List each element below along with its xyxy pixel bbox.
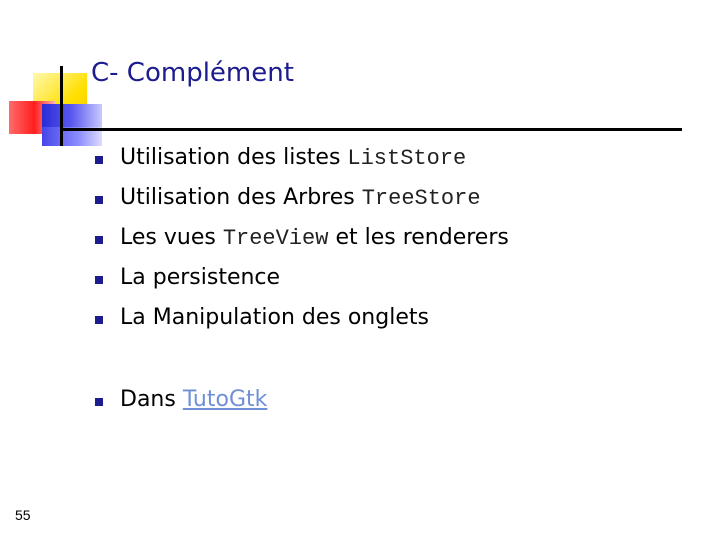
code-term: TreeView (222, 226, 329, 251)
bullet-text-line: Les vues TreeView et les renderers (120, 222, 509, 255)
bullet-text-after: et les renderers (328, 225, 509, 250)
bullet-text: Les vues (120, 225, 223, 250)
bullet-text: Utilisation des Arbres (120, 185, 362, 210)
code-term: TreeStore (361, 186, 481, 211)
bullet-square-icon (95, 156, 103, 164)
vertical-rule (60, 66, 63, 146)
bullet-text-line: Dans TutoGtk (120, 384, 267, 416)
bullet-square-icon (95, 316, 103, 324)
bullet-text: Utilisation des listes (120, 145, 348, 170)
title-underline (60, 128, 682, 131)
code-term: ListStore (347, 146, 467, 171)
bullet-text-line: La persistence (120, 262, 280, 294)
bullet-text: La persistence (120, 265, 281, 290)
bullet-square-icon (95, 398, 103, 406)
bullet-square-icon (95, 196, 103, 204)
bullet-text-line: La Manipulation des onglets (120, 302, 429, 334)
bullet-text-line: Utilisation des listes ListStore (120, 142, 466, 175)
tutogtk-link[interactable]: TutoGtk (183, 387, 268, 412)
bullet-text: Dans (120, 387, 183, 412)
bullet-square-icon (95, 276, 103, 284)
bullet-square-icon (95, 236, 103, 244)
slide-title: C- Complément (91, 58, 294, 88)
page-number: 55 (15, 507, 31, 523)
bullet-text: La Manipulation des onglets (120, 305, 429, 330)
bullet-text-line: Utilisation des Arbres TreeStore (120, 182, 481, 215)
